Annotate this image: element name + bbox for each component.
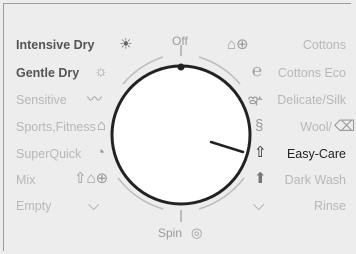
- control-panel: Intensive Dry Gentle Dry Sensitive Sport…: [0, 0, 356, 254]
- program-dial[interactable]: [0, 0, 356, 254]
- dial-knob[interactable]: [110, 64, 252, 206]
- off-position-dot: [177, 63, 185, 71]
